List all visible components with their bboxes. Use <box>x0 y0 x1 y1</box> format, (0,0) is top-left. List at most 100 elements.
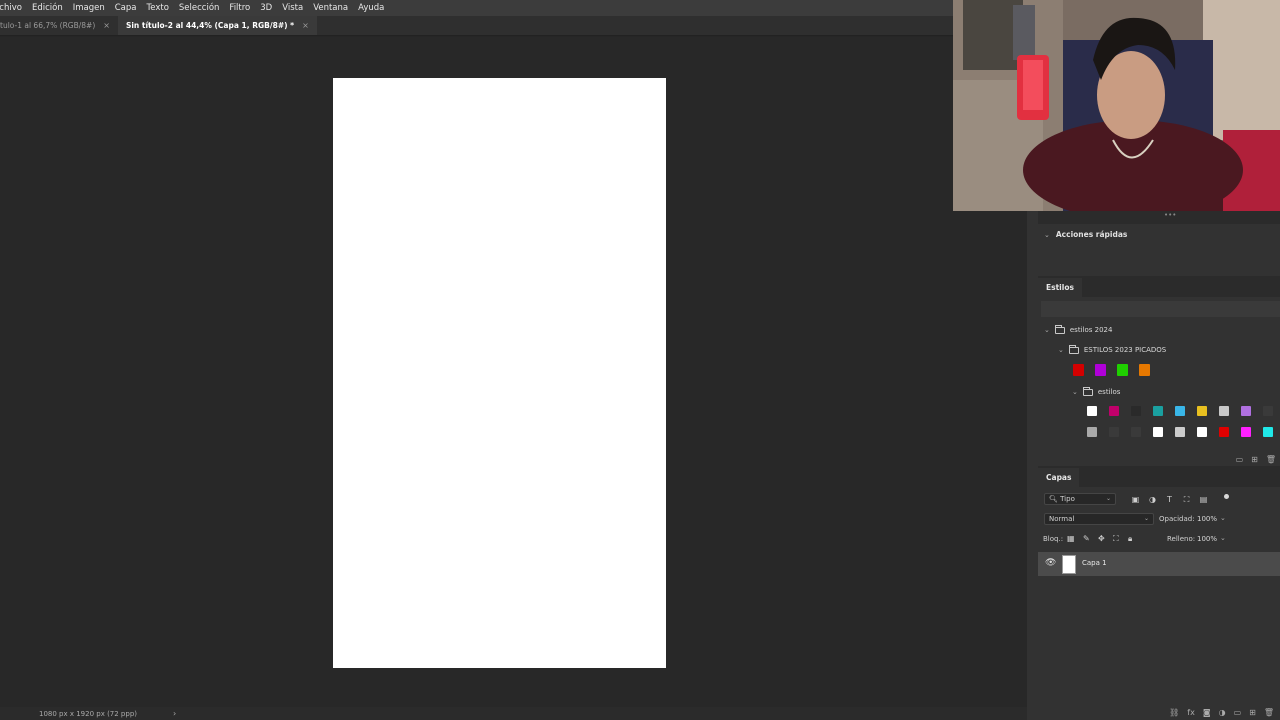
style-swatch[interactable] <box>1139 364 1150 376</box>
close-icon[interactable]: × <box>103 21 110 30</box>
link-icon[interactable]: ⛓ <box>1169 708 1179 717</box>
smart-object-filter-icon[interactable]: ▤ <box>1199 495 1208 504</box>
chevron-right-icon[interactable]: › <box>173 709 176 718</box>
style-swatch[interactable] <box>1219 406 1229 416</box>
menu-ventana[interactable]: Ventana <box>308 3 353 13</box>
artboard-icon[interactable]: ⛶ <box>1113 534 1119 543</box>
style-swatch[interactable] <box>1241 406 1251 416</box>
menu-seleccion[interactable]: Selección <box>174 3 225 13</box>
menu-ayuda[interactable]: Ayuda <box>353 3 389 13</box>
chevron-down-icon: ⌄ <box>1105 495 1111 502</box>
style-swatch[interactable] <box>1087 427 1097 437</box>
trash-icon[interactable]: 🗑 <box>1264 708 1274 717</box>
quick-actions-header[interactable]: ⌄ Acciones rápidas <box>1044 230 1127 239</box>
blend-mode-dropdown[interactable]: Normal ⌄ <box>1044 513 1154 525</box>
menu-imagen[interactable]: Imagen <box>68 3 110 13</box>
styles-group-estilos[interactable]: ⌄ estilos <box>1072 386 1120 396</box>
chevron-down-icon[interactable]: ⌄ <box>1072 388 1078 396</box>
style-swatch[interactable] <box>1241 427 1251 437</box>
document-tab-1[interactable]: tulo-1 al 66,7% (RGB/8#) × <box>0 16 118 35</box>
chevron-down-icon[interactable]: ⌄ <box>1220 534 1226 542</box>
document-size-info: 1080 px x 1920 px (72 ppp) <box>39 709 137 718</box>
menu-vista[interactable]: Vista <box>277 3 308 13</box>
menu-archivo[interactable]: rchivo <box>0 3 27 13</box>
filter-toggle-icon[interactable] <box>1224 494 1229 499</box>
eye-icon[interactable]: 👁︎ <box>1045 558 1056 568</box>
style-swatch[interactable] <box>1263 427 1273 437</box>
fill-label: Relleno: <box>1167 535 1196 543</box>
adjustment-filter-icon[interactable]: ◑ <box>1148 495 1157 504</box>
style-swatch[interactable] <box>1175 406 1185 416</box>
style-swatch[interactable] <box>1073 364 1084 376</box>
webcam-image <box>953 0 1280 211</box>
style-swatch[interactable] <box>1197 427 1207 437</box>
chevron-down-icon[interactable]: ⌄ <box>1058 346 1064 354</box>
styles-panel: Estilos ⌄ estilos 2024 ⌄ ESTILOS 2023 PI… <box>1038 278 1280 466</box>
style-swatch[interactable] <box>1175 427 1185 437</box>
new-layer-icon[interactable]: ⊞ <box>1249 708 1256 717</box>
lock-label: Bloq.: <box>1043 535 1064 543</box>
mask-icon[interactable]: ◙ <box>1203 708 1211 717</box>
workspace[interactable] <box>0 37 1027 707</box>
panel-grip[interactable]: ••• <box>1038 211 1280 221</box>
style-swatch[interactable] <box>1109 427 1119 437</box>
style-swatch[interactable] <box>1095 364 1106 376</box>
menu-texto[interactable]: Texto <box>142 3 174 13</box>
move-icon[interactable]: ✥ <box>1098 534 1105 543</box>
styles-group-estilos-2023[interactable]: ⌄ ESTILOS 2023 PICADOS <box>1058 344 1166 354</box>
document-tab-label: tulo-1 al 66,7% (RGB/8#) <box>0 21 96 30</box>
style-swatch[interactable] <box>1153 427 1163 437</box>
tab-capas[interactable]: Capas <box>1038 468 1080 487</box>
new-group-icon[interactable]: ▭ <box>1234 708 1242 717</box>
menu-capa[interactable]: Capa <box>110 3 142 13</box>
shape-filter-icon[interactable]: ⛶ <box>1182 495 1191 504</box>
lock-icon[interactable]: 🔒︎ <box>1128 534 1132 543</box>
chevron-down-icon: ⌄ <box>1143 515 1149 522</box>
style-swatch[interactable] <box>1197 406 1207 416</box>
webcam-overlay <box>953 0 1280 211</box>
opacity-input[interactable]: 100% <box>1197 513 1217 525</box>
style-swatch[interactable] <box>1087 406 1097 416</box>
layer-name[interactable]: Capa 1 <box>1082 559 1107 567</box>
fx-icon[interactable]: fx <box>1187 708 1195 717</box>
style-swatch[interactable] <box>1117 364 1128 376</box>
layer-filter-dropdown[interactable]: 🔍︎ Tipo ⌄ <box>1044 493 1116 505</box>
style-swatch[interactable] <box>1109 406 1119 416</box>
panel-divider <box>1027 211 1038 720</box>
trash-icon[interactable]: 🗑 <box>1266 455 1276 464</box>
chevron-down-icon[interactable]: ⌄ <box>1220 514 1226 522</box>
style-swatch[interactable] <box>1219 427 1229 437</box>
menu-3d[interactable]: 3D <box>255 3 277 13</box>
tab-estilos[interactable]: Estilos <box>1038 278 1082 297</box>
new-style-icon[interactable]: ⊞ <box>1251 455 1258 464</box>
styles-group-estilos-2024[interactable]: ⌄ estilos 2024 <box>1044 324 1112 334</box>
document-canvas[interactable] <box>333 78 666 668</box>
close-icon[interactable]: × <box>302 21 309 30</box>
chevron-down-icon[interactable]: ⌄ <box>1044 326 1050 334</box>
brush-icon[interactable]: ✎ <box>1083 534 1090 543</box>
styles-tab-row: Estilos <box>1038 278 1280 297</box>
folder-icon <box>1068 344 1079 354</box>
layer-row[interactable]: 👁︎ Capa 1 <box>1038 552 1280 576</box>
folder-icon <box>1082 386 1093 396</box>
layers-footer: ⛓ fx ◙ ◑ ▭ ⊞ 🗑 <box>1038 704 1280 720</box>
fill-input[interactable]: 100% <box>1197 533 1217 545</box>
type-filter-icon[interactable]: T <box>1165 495 1174 504</box>
opacity-label: Opacidad: <box>1159 515 1195 523</box>
style-swatch[interactable] <box>1153 406 1163 416</box>
adjustment-icon[interactable]: ◑ <box>1219 708 1226 717</box>
styles-search-input[interactable] <box>1041 301 1280 317</box>
style-swatch[interactable] <box>1131 406 1141 416</box>
menu-filtro[interactable]: Filtro <box>224 3 255 13</box>
style-swatch[interactable] <box>1131 427 1141 437</box>
document-tab-2[interactable]: Sin título-2 al 44,4% (Capa 1, RGB/8#) *… <box>117 16 317 35</box>
new-folder-icon[interactable]: ▭ <box>1236 455 1244 464</box>
lock-transparency-icon[interactable]: ▦ <box>1067 534 1075 543</box>
style-swatch[interactable] <box>1263 406 1273 416</box>
status-bar: 1080 px x 1920 px (72 ppp) › <box>0 707 1038 720</box>
document-tab-label: Sin título-2 al 44,4% (Capa 1, RGB/8#) * <box>125 21 295 30</box>
layers-tab-row: Capas <box>1038 468 1280 487</box>
chevron-down-icon[interactable]: ⌄ <box>1044 231 1050 239</box>
menu-edicion[interactable]: Edición <box>27 3 68 13</box>
image-filter-icon[interactable]: ▣ <box>1131 495 1140 504</box>
